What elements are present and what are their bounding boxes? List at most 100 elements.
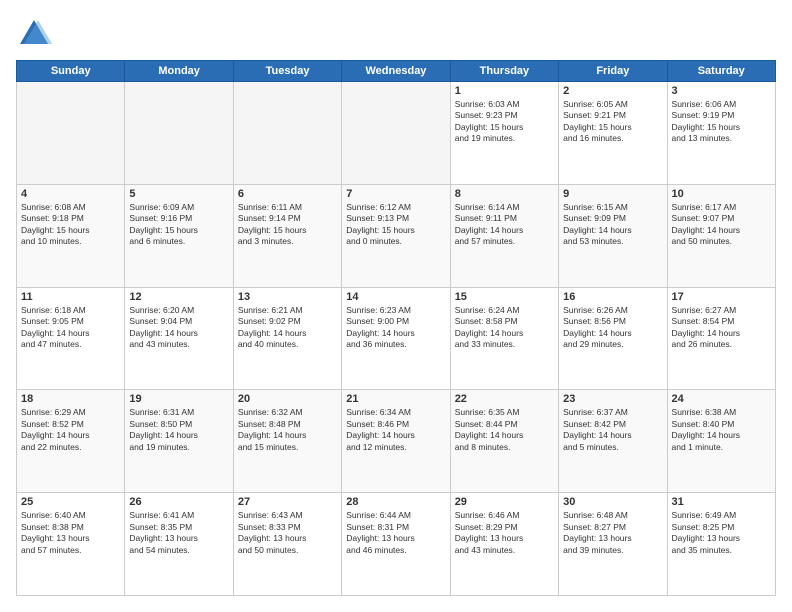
calendar-day-cell: 30 Sunrise: 6:48 AM Sunset: 8:27 PM Dayli…	[559, 493, 667, 596]
day-number: 25	[21, 496, 120, 508]
day-number: 2	[563, 85, 662, 97]
day-number: 31	[672, 496, 771, 508]
calendar-day-cell: 29Sunrise: 6:46 AM Sunset: 8:29 PM Dayli…	[450, 493, 558, 596]
day-of-week-header: Wednesday	[342, 61, 450, 82]
day-info: Sunrise: 6:20 AM Sunset: 9:04 PM Dayligh…	[129, 305, 228, 351]
day-info: Sunrise: 6:21 AM Sunset: 9:02 PM Dayligh…	[238, 305, 337, 351]
calendar-day-cell: 8Sunrise: 6:14 AM Sunset: 9:11 PM Daylig…	[450, 184, 558, 287]
calendar-day-cell: 11 Sunrise: 6:18 AM Sunset: 9:05 PM Dayli…	[17, 287, 125, 390]
day-number: 5	[129, 188, 228, 200]
day-of-week-header: Thursday	[450, 61, 558, 82]
day-info: Sunrise: 6:38 AM Sunset: 8:40 PM Dayligh…	[672, 407, 771, 453]
day-number: 18	[21, 393, 120, 405]
day-info: Sunrise: 6:24 AM Sunset: 8:58 PM Dayligh…	[455, 305, 554, 351]
day-number: 22	[455, 393, 554, 405]
day-number: 14	[346, 291, 445, 303]
page: SundayMondayTuesdayWednesdayThursdayFrid…	[0, 0, 792, 612]
day-number: 28	[346, 496, 445, 508]
logo-icon	[16, 16, 52, 52]
day-number: 27	[238, 496, 337, 508]
calendar-day-cell	[125, 82, 233, 185]
calendar-week-row: 25 Sunrise: 6:40 AM Sunset: 8:38 PM Dayli…	[17, 493, 776, 596]
day-info: Sunrise: 6:06 AM Sunset: 9:19 PM Dayligh…	[672, 99, 771, 145]
calendar-table: SundayMondayTuesdayWednesdayThursdayFrid…	[16, 60, 776, 596]
day-info: Sunrise: 6:18 AM Sunset: 9:05 PM Dayligh…	[21, 305, 120, 351]
calendar-day-cell: 22 Sunrise: 6:35 AM Sunset: 8:44 PM Dayli…	[450, 390, 558, 493]
calendar-day-cell: 21 Sunrise: 6:34 AM Sunset: 8:46 PM Dayli…	[342, 390, 450, 493]
calendar-day-cell: 6 Sunrise: 6:11 AM Sunset: 9:14 PM Daylig…	[233, 184, 341, 287]
day-number: 17	[672, 291, 771, 303]
day-of-week-header: Sunday	[17, 61, 125, 82]
calendar-day-cell: 15 Sunrise: 6:24 AM Sunset: 8:58 PM Dayli…	[450, 287, 558, 390]
day-info: Sunrise: 6:49 AM Sunset: 8:25 PM Dayligh…	[672, 510, 771, 556]
day-info: Sunrise: 6:29 AM Sunset: 8:52 PM Dayligh…	[21, 407, 120, 453]
calendar-day-cell: 4 Sunrise: 6:08 AM Sunset: 9:18 PM Daylig…	[17, 184, 125, 287]
day-info: Sunrise: 6:09 AM Sunset: 9:16 PM Dayligh…	[129, 202, 228, 248]
day-of-week-header: Tuesday	[233, 61, 341, 82]
day-number: 9	[563, 188, 662, 200]
day-info: Sunrise: 6:37 AM Sunset: 8:42 PM Dayligh…	[563, 407, 662, 453]
header	[16, 16, 776, 52]
day-number: 30	[563, 496, 662, 508]
day-info: Sunrise: 6:34 AM Sunset: 8:46 PM Dayligh…	[346, 407, 445, 453]
day-info: Sunrise: 6:17 AM Sunset: 9:07 PM Dayligh…	[672, 202, 771, 248]
day-number: 4	[21, 188, 120, 200]
calendar-week-row: 1Sunrise: 6:03 AM Sunset: 9:23 PM Daylig…	[17, 82, 776, 185]
day-of-week-header: Saturday	[667, 61, 775, 82]
day-info: Sunrise: 6:31 AM Sunset: 8:50 PM Dayligh…	[129, 407, 228, 453]
calendar-day-cell: 16 Sunrise: 6:26 AM Sunset: 8:56 PM Dayli…	[559, 287, 667, 390]
day-number: 3	[672, 85, 771, 97]
day-info: Sunrise: 6:26 AM Sunset: 8:56 PM Dayligh…	[563, 305, 662, 351]
day-info: Sunrise: 6:40 AM Sunset: 8:38 PM Dayligh…	[21, 510, 120, 556]
day-number: 24	[672, 393, 771, 405]
day-info: Sunrise: 6:23 AM Sunset: 9:00 PM Dayligh…	[346, 305, 445, 351]
calendar-day-cell: 25 Sunrise: 6:40 AM Sunset: 8:38 PM Dayli…	[17, 493, 125, 596]
calendar-day-cell: 1Sunrise: 6:03 AM Sunset: 9:23 PM Daylig…	[450, 82, 558, 185]
day-info: Sunrise: 6:44 AM Sunset: 8:31 PM Dayligh…	[346, 510, 445, 556]
day-number: 16	[563, 291, 662, 303]
calendar-header-row: SundayMondayTuesdayWednesdayThursdayFrid…	[17, 61, 776, 82]
day-info: Sunrise: 6:12 AM Sunset: 9:13 PM Dayligh…	[346, 202, 445, 248]
day-number: 6	[238, 188, 337, 200]
calendar-day-cell: 9 Sunrise: 6:15 AM Sunset: 9:09 PM Daylig…	[559, 184, 667, 287]
day-info: Sunrise: 6:11 AM Sunset: 9:14 PM Dayligh…	[238, 202, 337, 248]
day-number: 23	[563, 393, 662, 405]
day-number: 11	[21, 291, 120, 303]
calendar-day-cell: 28 Sunrise: 6:44 AM Sunset: 8:31 PM Dayli…	[342, 493, 450, 596]
day-number: 29	[455, 496, 554, 508]
day-info: Sunrise: 6:41 AM Sunset: 8:35 PM Dayligh…	[129, 510, 228, 556]
calendar-week-row: 18 Sunrise: 6:29 AM Sunset: 8:52 PM Dayli…	[17, 390, 776, 493]
calendar-day-cell: 7Sunrise: 6:12 AM Sunset: 9:13 PM Daylig…	[342, 184, 450, 287]
calendar-day-cell: 19Sunrise: 6:31 AM Sunset: 8:50 PM Dayli…	[125, 390, 233, 493]
day-number: 10	[672, 188, 771, 200]
calendar-day-cell: 3 Sunrise: 6:06 AM Sunset: 9:19 PM Daylig…	[667, 82, 775, 185]
calendar-day-cell: 12 Sunrise: 6:20 AM Sunset: 9:04 PM Dayli…	[125, 287, 233, 390]
calendar-day-cell: 14 Sunrise: 6:23 AM Sunset: 9:00 PM Dayli…	[342, 287, 450, 390]
calendar-day-cell: 2Sunrise: 6:05 AM Sunset: 9:21 PM Daylig…	[559, 82, 667, 185]
day-of-week-header: Friday	[559, 61, 667, 82]
day-number: 26	[129, 496, 228, 508]
calendar-day-cell	[17, 82, 125, 185]
calendar-day-cell	[233, 82, 341, 185]
day-number: 21	[346, 393, 445, 405]
calendar-day-cell: 23 Sunrise: 6:37 AM Sunset: 8:42 PM Dayli…	[559, 390, 667, 493]
logo	[16, 16, 56, 52]
day-of-week-header: Monday	[125, 61, 233, 82]
day-info: Sunrise: 6:35 AM Sunset: 8:44 PM Dayligh…	[455, 407, 554, 453]
day-info: Sunrise: 6:48 AM Sunset: 8:27 PM Dayligh…	[563, 510, 662, 556]
day-info: Sunrise: 6:08 AM Sunset: 9:18 PM Dayligh…	[21, 202, 120, 248]
day-number: 8	[455, 188, 554, 200]
calendar-week-row: 11 Sunrise: 6:18 AM Sunset: 9:05 PM Dayli…	[17, 287, 776, 390]
calendar-day-cell: 18 Sunrise: 6:29 AM Sunset: 8:52 PM Dayli…	[17, 390, 125, 493]
calendar-day-cell: 5 Sunrise: 6:09 AM Sunset: 9:16 PM Daylig…	[125, 184, 233, 287]
day-number: 15	[455, 291, 554, 303]
day-number: 12	[129, 291, 228, 303]
calendar-day-cell	[342, 82, 450, 185]
day-info: Sunrise: 6:43 AM Sunset: 8:33 PM Dayligh…	[238, 510, 337, 556]
day-info: Sunrise: 6:15 AM Sunset: 9:09 PM Dayligh…	[563, 202, 662, 248]
calendar-day-cell: 10 Sunrise: 6:17 AM Sunset: 9:07 PM Dayli…	[667, 184, 775, 287]
calendar-day-cell: 17 Sunrise: 6:27 AM Sunset: 8:54 PM Dayli…	[667, 287, 775, 390]
day-info: Sunrise: 6:27 AM Sunset: 8:54 PM Dayligh…	[672, 305, 771, 351]
calendar-week-row: 4 Sunrise: 6:08 AM Sunset: 9:18 PM Daylig…	[17, 184, 776, 287]
calendar-day-cell: 27 Sunrise: 6:43 AM Sunset: 8:33 PM Dayli…	[233, 493, 341, 596]
